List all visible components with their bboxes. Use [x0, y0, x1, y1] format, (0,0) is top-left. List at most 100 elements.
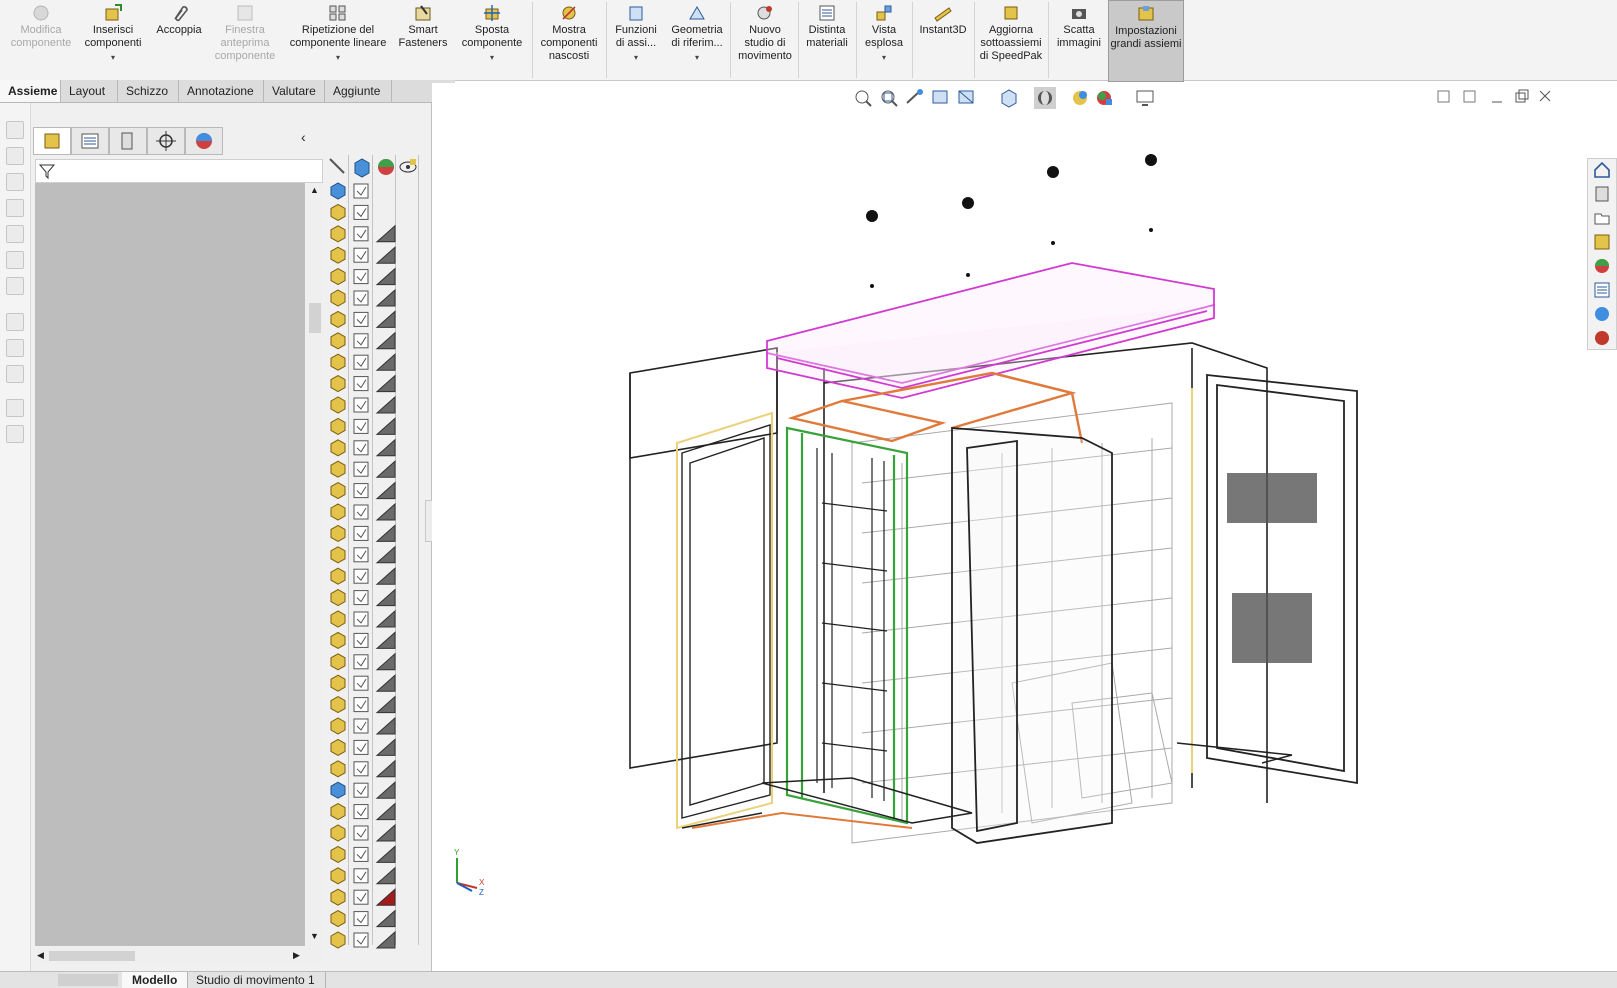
file-explorer-icon[interactable]	[1593, 209, 1611, 227]
design-library-icon[interactable]	[1593, 185, 1611, 203]
material-triangle-icon[interactable]	[375, 738, 396, 756]
component-display-icon[interactable]	[353, 311, 369, 327]
material-triangle-icon[interactable]	[375, 395, 396, 414]
component-display-icon[interactable]	[353, 804, 369, 820]
component-state-icon[interactable]	[330, 674, 346, 692]
material-triangle-icon[interactable]	[375, 781, 396, 799]
funzioni-assieme-button[interactable]: Funzioni di assi... ▾	[610, 4, 662, 64]
material-triangle-icon[interactable]	[375, 374, 396, 393]
view-palette-icon[interactable]	[1593, 233, 1611, 251]
material-triangle-icon[interactable]	[375, 288, 396, 307]
component-state-icon[interactable]	[330, 610, 346, 628]
appearances-icon[interactable]	[1593, 257, 1611, 275]
component-state-icon[interactable]	[330, 439, 346, 457]
component-display-icon[interactable]	[353, 461, 369, 477]
instant3d-button[interactable]: Instant3D	[916, 4, 970, 37]
column-header-appearance[interactable]	[375, 155, 397, 179]
material-triangle-icon[interactable]	[375, 652, 396, 671]
material-triangle-icon[interactable]	[375, 524, 396, 542]
component-display-icon[interactable]	[353, 889, 369, 905]
filter-field[interactable]	[35, 159, 323, 183]
component-state-icon[interactable]	[330, 332, 346, 350]
component-state-icon[interactable]	[330, 845, 346, 863]
scroll-right-icon[interactable]: ▶	[293, 950, 300, 961]
assembly-tool-icon[interactable]	[6, 339, 24, 357]
tab-annotazione[interactable]: Annotazione	[179, 80, 264, 102]
assembly-tool-icon[interactable]	[6, 199, 24, 217]
material-triangle-icon[interactable]	[375, 588, 396, 607]
material-triangle-icon[interactable]	[375, 224, 396, 243]
component-display-icon[interactable]	[353, 932, 369, 948]
mostra-nascosti-button[interactable]: Mostra componenti nascosti	[536, 4, 602, 63]
aggiorna-speedpak-button[interactable]: Aggiorna sottoassiemi di SpeedPak	[978, 4, 1044, 63]
distinta-materiali-button[interactable]: Distinta materiali	[802, 4, 852, 50]
smart-fasteners-button[interactable]: Smart Fasteners	[394, 4, 452, 50]
component-display-icon[interactable]	[353, 397, 369, 413]
accoppia-button[interactable]: Accoppia	[150, 4, 208, 37]
material-triangle-icon[interactable]	[375, 802, 396, 821]
component-display-icon[interactable]	[353, 354, 369, 370]
component-state-icon[interactable]	[330, 417, 346, 435]
finestra-anteprima-button[interactable]: Finestra anteprima componente	[210, 4, 280, 63]
material-triangle-icon[interactable]	[375, 888, 396, 906]
configuration-manager-tab[interactable]	[109, 127, 147, 155]
component-state-icon[interactable]	[330, 546, 346, 564]
scatta-immagini-button[interactable]: Scatta immagini	[1052, 4, 1106, 50]
component-display-icon[interactable]	[353, 183, 369, 199]
column-header-pen[interactable]	[326, 155, 348, 179]
material-triangle-icon[interactable]	[375, 460, 396, 478]
component-state-icon[interactable]	[330, 460, 346, 478]
tab-valutare[interactable]: Valutare	[264, 80, 325, 102]
component-state-icon[interactable]	[330, 653, 346, 671]
material-triangle-icon[interactable]	[375, 866, 396, 885]
component-state-icon[interactable]	[330, 225, 346, 243]
component-state-icon[interactable]	[330, 760, 346, 778]
component-state-icon[interactable]	[330, 375, 346, 393]
component-state-icon[interactable]	[330, 910, 346, 928]
component-state-icon[interactable]	[330, 396, 346, 414]
component-display-icon[interactable]	[353, 290, 369, 306]
component-display-icon[interactable]	[353, 611, 369, 627]
component-display-icon[interactable]	[353, 697, 369, 713]
component-state-icon[interactable]	[330, 182, 346, 200]
material-triangle-icon[interactable]	[375, 631, 396, 649]
tab-navigation-arrows[interactable]	[58, 974, 118, 986]
component-display-icon[interactable]	[353, 568, 369, 584]
material-triangle-icon[interactable]	[375, 759, 396, 778]
scroll-thumb[interactable]	[309, 303, 321, 333]
tree-horizontal-scrollbar[interactable]: ◀ ▶	[35, 948, 325, 964]
material-triangle-icon[interactable]	[375, 267, 396, 286]
ripetizione-lineare-button[interactable]: Ripetizione del componente lineare ▾	[286, 4, 390, 64]
assembly-tool-icon[interactable]	[6, 251, 24, 269]
collapse-panel-icon[interactable]: ‹	[301, 129, 306, 145]
component-display-icon[interactable]	[353, 376, 369, 392]
component-display-icon[interactable]	[353, 525, 369, 541]
column-header-component[interactable]	[351, 155, 373, 179]
component-state-icon[interactable]	[330, 503, 346, 521]
material-triangle-icon[interactable]	[375, 930, 396, 949]
component-state-icon[interactable]	[330, 888, 346, 906]
assembly-tool-icon[interactable]	[6, 399, 24, 417]
material-triangle-icon[interactable]	[375, 417, 396, 435]
component-state-icon[interactable]	[330, 246, 346, 264]
component-display-icon[interactable]	[353, 761, 369, 777]
inserisci-componenti-button[interactable]: Inserisci componenti ▾	[80, 4, 146, 64]
component-display-icon[interactable]	[353, 911, 369, 927]
component-display-icon[interactable]	[353, 632, 369, 648]
component-state-icon[interactable]	[330, 696, 346, 714]
scroll-thumb[interactable]	[49, 951, 135, 961]
component-display-icon[interactable]	[353, 739, 369, 755]
component-state-icon[interactable]	[330, 589, 346, 607]
feature-tree-area[interactable]	[35, 183, 305, 946]
tab-aggiunte[interactable]: Aggiunte	[325, 80, 392, 102]
material-triangle-icon[interactable]	[375, 845, 396, 863]
geometria-riferimento-button[interactable]: Geometria di riferim... ▾	[666, 4, 728, 64]
solidworks-forum-icon[interactable]	[1593, 329, 1611, 347]
material-triangle-icon[interactable]	[375, 331, 396, 350]
component-display-icon[interactable]	[353, 868, 369, 884]
component-state-icon[interactable]	[330, 268, 346, 286]
custom-properties-icon[interactable]	[1593, 281, 1611, 299]
assembly-tool-icon[interactable]	[6, 277, 24, 295]
component-state-icon[interactable]	[330, 631, 346, 649]
component-state-icon[interactable]	[330, 781, 346, 799]
